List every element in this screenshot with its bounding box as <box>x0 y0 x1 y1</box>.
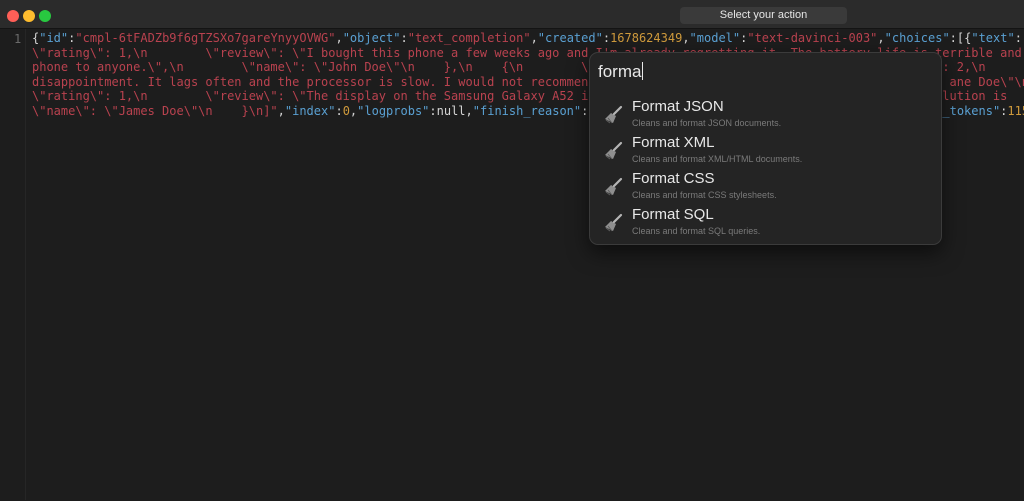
broom-icon <box>605 105 623 124</box>
code-token: 0 <box>342 103 350 118</box>
code-token: 115 <box>1007 103 1024 118</box>
code-token: "text" <box>971 31 1015 45</box>
code-token: , <box>277 103 285 118</box>
broom-icon <box>605 141 623 160</box>
code-token: "cmpl-6tFADZb9f6gTZSXo7gareYnyyOVWG" <box>75 31 336 45</box>
broom-icon <box>605 177 623 196</box>
minimize-window-button[interactable] <box>23 10 35 22</box>
code-token: "index" <box>284 103 336 118</box>
code-token: :null, <box>429 103 473 118</box>
line-number: 1 <box>14 32 22 46</box>
command-item-format-xml[interactable]: Format XML Cleans and format XML/HTML do… <box>598 132 932 166</box>
command-item-format-sql[interactable]: Format SQL Cleans and format SQL queries… <box>598 204 932 238</box>
title-bar: Select your action <box>0 0 1024 29</box>
zoom-window-button[interactable] <box>39 10 51 22</box>
code-token: "object" <box>342 31 401 45</box>
command-palette: forma Format JSON Cleans and format JSON… <box>589 52 942 245</box>
command-item-title: Format XML <box>632 134 715 151</box>
line-gutter: 1 <box>0 29 26 500</box>
command-item-title: Format CSS <box>632 170 715 187</box>
code-line: {"id":"cmpl-6tFADZb9f6gTZSXo7gareYnyyOVW… <box>32 31 1024 46</box>
action-selector[interactable]: Select your action <box>680 7 847 24</box>
command-item-description: Cleans and format SQL queries. <box>632 226 761 236</box>
code-token: , <box>877 31 885 45</box>
code-token: \"name\": \"James Doe\"\n }\n]" <box>32 103 278 118</box>
code-token: "finish_reason" <box>472 103 582 118</box>
code-token: : <box>400 31 408 45</box>
command-item-description: Cleans and format JSON documents. <box>632 118 782 128</box>
code-token: "logprobs" <box>357 103 430 118</box>
close-window-button[interactable] <box>7 10 19 22</box>
command-item-format-css[interactable]: Format CSS Cleans and format CSS stylesh… <box>598 168 932 202</box>
command-search-input[interactable]: forma <box>598 61 928 83</box>
command-item-description: Cleans and format CSS stylesheets. <box>632 190 777 200</box>
search-query: forma <box>598 62 642 81</box>
command-item-title: Format SQL <box>632 206 714 223</box>
command-item-format-json[interactable]: Format JSON Cleans and format JSON docum… <box>598 96 932 130</box>
code-token: : <box>602 31 611 45</box>
code-token: "text_completion" <box>407 31 531 45</box>
code-token: "choices" <box>884 31 950 45</box>
code-token: \"rating\": 1,\n \"review\": \"The displ… <box>32 89 589 103</box>
code-token: "created" <box>537 31 603 45</box>
code-token: , <box>682 31 690 45</box>
command-item-title: Format JSON <box>632 98 724 115</box>
code-token: : <box>335 103 343 118</box>
command-item-description: Cleans and format XML/HTML documents. <box>632 154 803 164</box>
code-token: "id" <box>39 31 69 45</box>
code-token: phone to anyone.\",\n \"name\": \"John D… <box>32 60 596 74</box>
code-token: disappointment. It lags often and the pr… <box>32 74 589 89</box>
code-token: :[{ <box>949 31 972 45</box>
text-caret <box>642 62 644 80</box>
code-token: 1678624349 <box>610 31 683 45</box>
code-token: , <box>530 31 538 45</box>
code-token: "text-davinci-003" <box>747 31 878 45</box>
code-token: "model" <box>689 31 741 45</box>
code-token: , <box>335 31 343 45</box>
broom-icon <box>605 213 623 232</box>
code-token: _tokens" <box>942 103 1001 118</box>
code-token: : <box>1014 31 1022 45</box>
